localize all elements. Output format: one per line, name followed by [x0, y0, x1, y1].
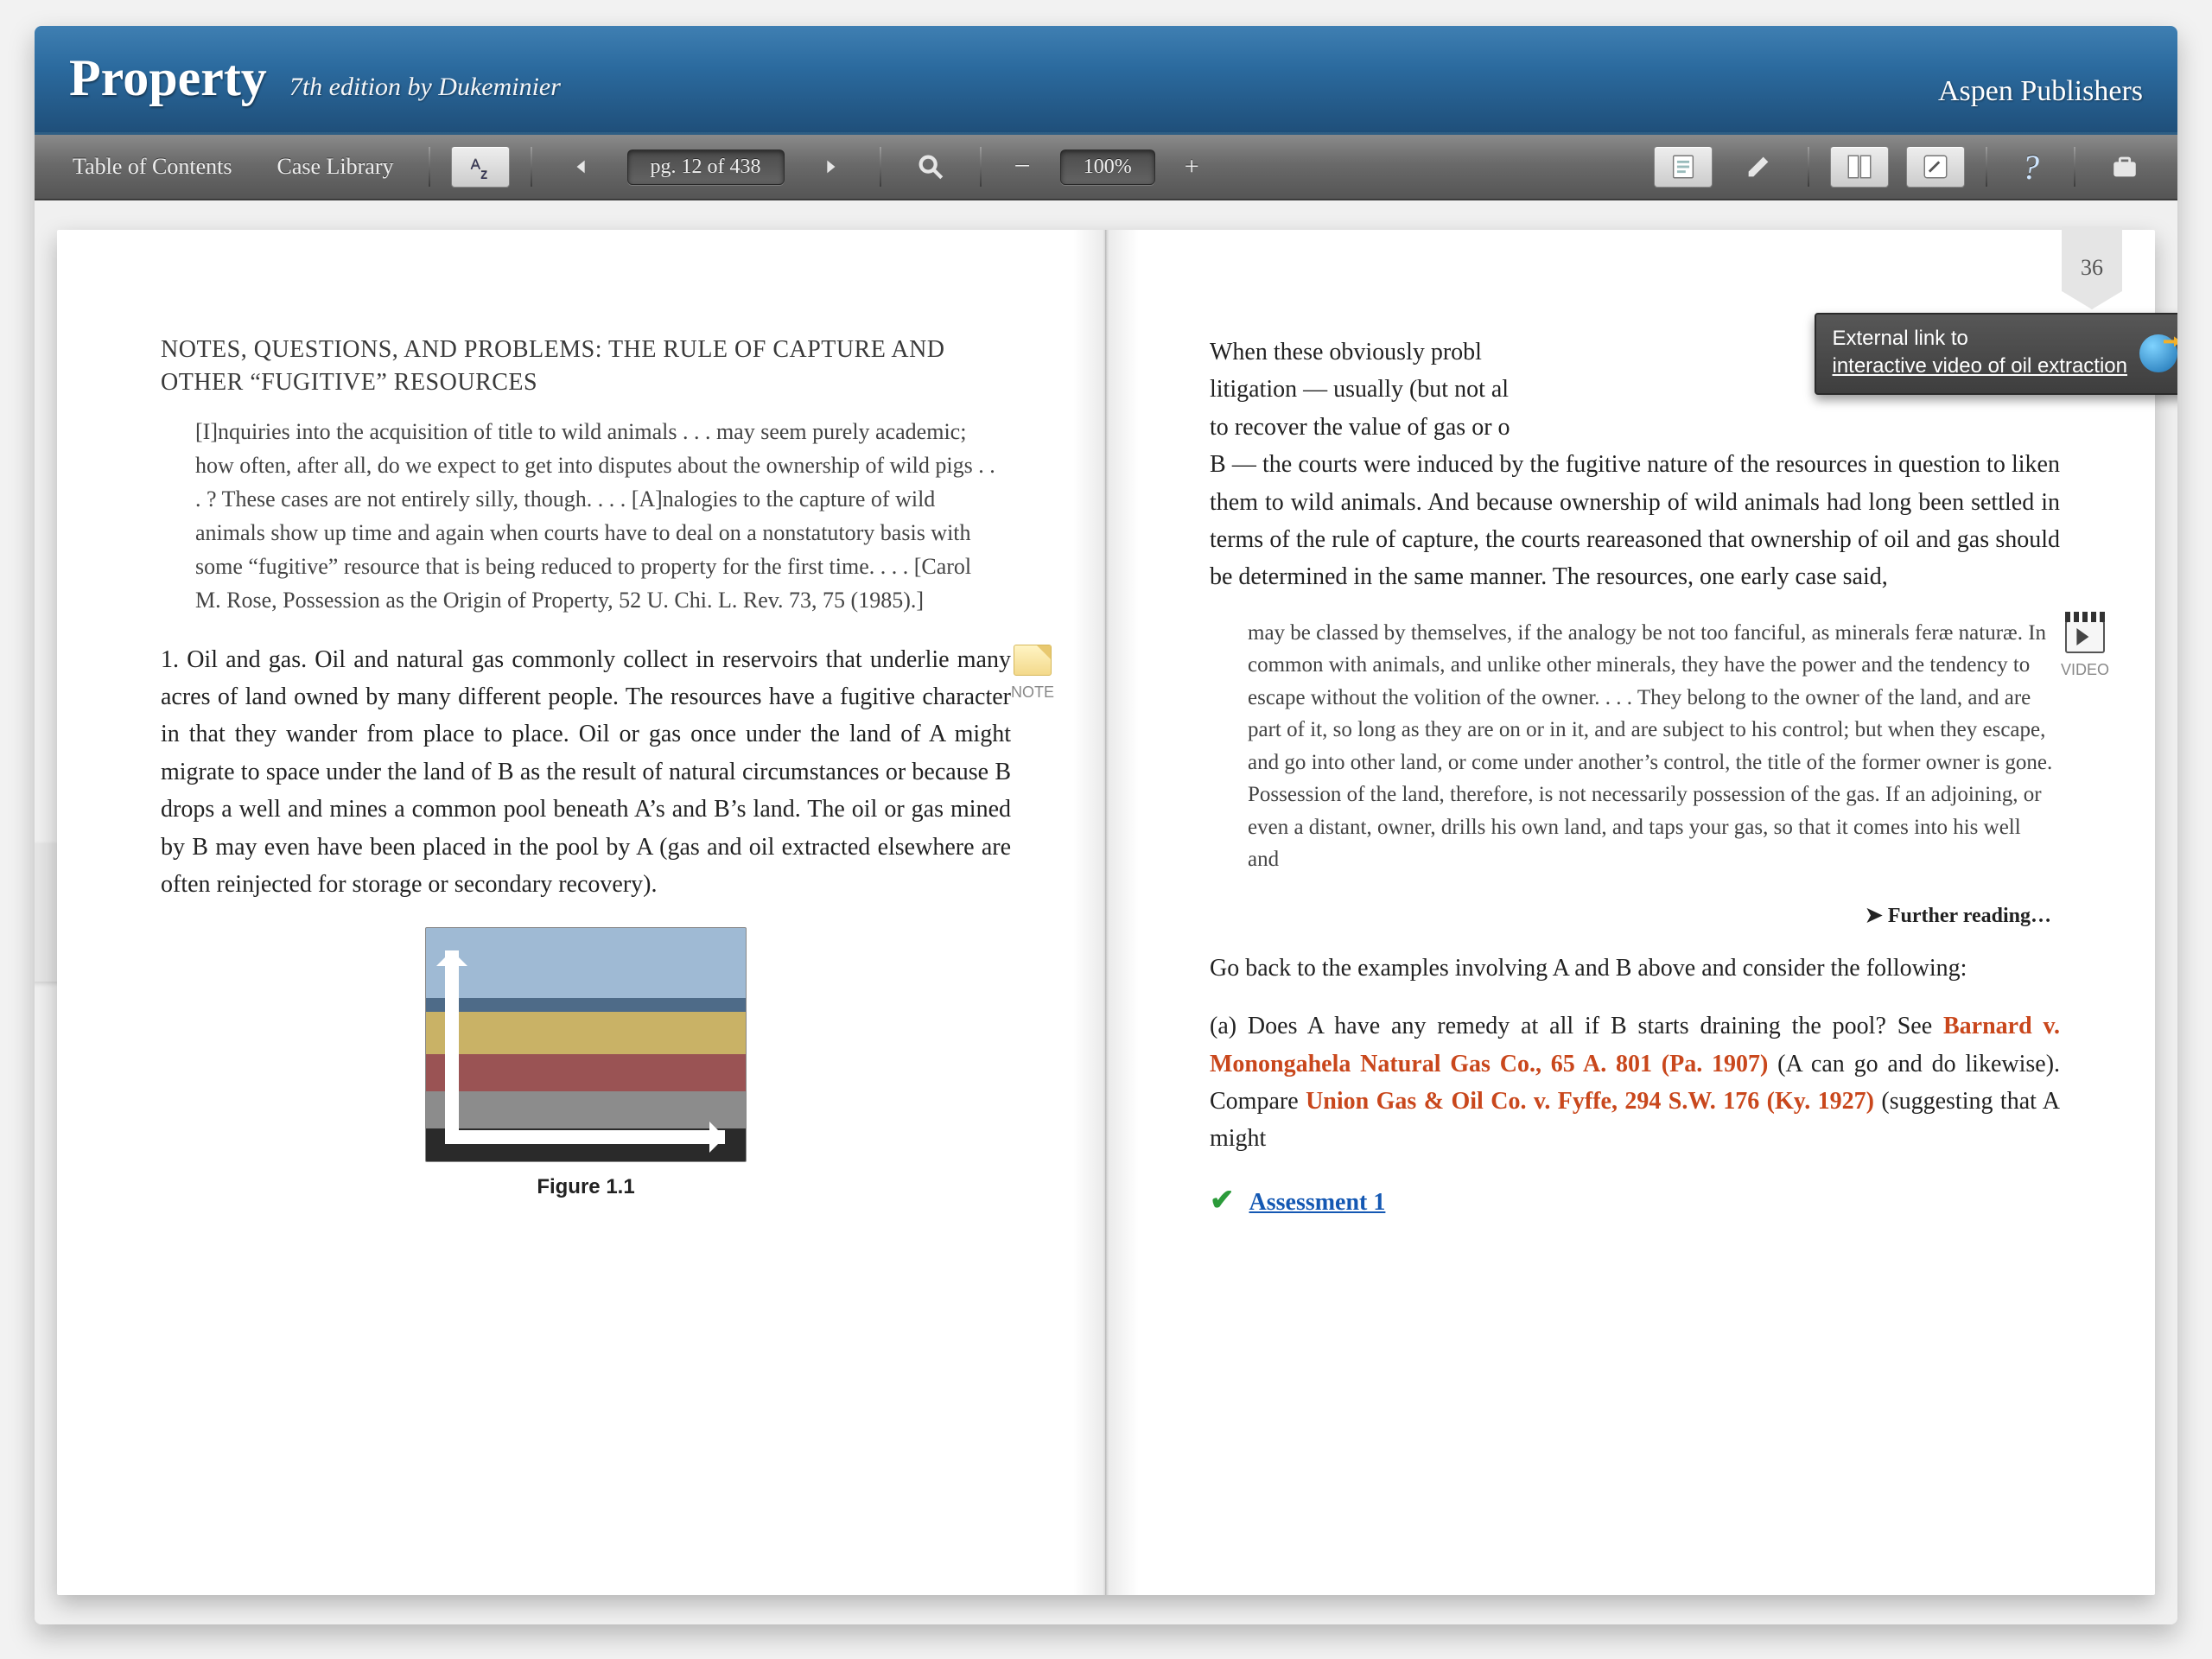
next-page-button[interactable]: [802, 147, 859, 187]
note-marker[interactable]: NOTE: [1002, 645, 1063, 705]
zoom-indicator[interactable]: 100%: [1060, 149, 1155, 185]
write-icon[interactable]: [1906, 146, 1965, 188]
book-spread: NOTES, QUESTIONS, AND PROBLEMS: THE RULE…: [57, 230, 2155, 1595]
separator: [880, 147, 881, 187]
book-title: Property: [69, 48, 267, 108]
body-paragraph: (a) Does A have any remedy at all if B s…: [1210, 1007, 2060, 1158]
video-icon: [2065, 620, 2105, 653]
note-label: NOTE: [1011, 683, 1054, 701]
search-icon[interactable]: [902, 147, 959, 187]
video-marker[interactable]: VIDEO: [2055, 620, 2115, 683]
figure-arrow-vert: [445, 950, 459, 1144]
separator: [429, 147, 430, 187]
globe-icon: [2139, 334, 2177, 372]
glossary-icon[interactable]: Az: [451, 146, 510, 188]
section-heading: NOTES, QUESTIONS, AND PROBLEMS: THE RULE…: [161, 334, 1011, 399]
book-subtitle: 7th edition by Dukeminier: [289, 73, 561, 102]
help-icon[interactable]: ?: [2008, 142, 2053, 193]
assessment-link[interactable]: Assessment 1: [1249, 1189, 1386, 1216]
case-quote: may be classed by themselves, if the ana…: [1248, 617, 2055, 876]
video-label: VIDEO: [2061, 661, 2109, 678]
body-paragraph: to recover the value of gas or o: [1210, 409, 2060, 446]
intro-quote: [I]nquiries into the acquisition of titl…: [195, 415, 1002, 617]
titlebar: Property 7th edition by Dukeminier Aspen…: [35, 26, 2177, 135]
case-link-union-gas[interactable]: Union Gas & Oil Co. v. Fyffe, 294 S.W. 1…: [1306, 1088, 1874, 1115]
reader-area: NOTES, QUESTIONS, AND PROBLEMS: THE RULE…: [35, 200, 2177, 1624]
figure-oil-strata[interactable]: [425, 927, 747, 1162]
highlighter-icon[interactable]: [1730, 147, 1787, 187]
right-page: 36 External link to interactive video of…: [1106, 230, 2155, 1595]
bookmark-icon[interactable]: [1830, 146, 1889, 188]
separator: [1808, 147, 1809, 187]
external-link-tooltip[interactable]: External link to interactive video of oi…: [1815, 313, 2177, 395]
briefcase-icon[interactable]: [2096, 147, 2153, 187]
svg-text:z: z: [480, 166, 488, 181]
separator: [1986, 147, 1987, 187]
figure-arrow-horz: [445, 1130, 725, 1144]
notes-icon[interactable]: [1654, 146, 1713, 188]
further-reading-link[interactable]: Further reading…: [1210, 900, 2051, 932]
note-icon: [1014, 645, 1052, 676]
figure-block: Figure 1.1: [161, 927, 1011, 1203]
app-frame: Property 7th edition by Dukeminier Aspen…: [35, 26, 2177, 1624]
body-paragraph: 1. Oil and gas. Oil and natural gas comm…: [161, 641, 1011, 904]
body-text: to recover the value of gas or o: [1210, 414, 1510, 441]
body-paragraph: B — the courts were induced by the fugit…: [1210, 446, 2060, 596]
check-icon: ✔: [1210, 1185, 1235, 1217]
prev-page-button[interactable]: [553, 147, 610, 187]
separator: [531, 147, 532, 187]
toc-button[interactable]: Table of Contents: [59, 149, 245, 185]
tooltip-line1: External link to: [1832, 325, 2127, 353]
svg-text:A: A: [470, 156, 480, 173]
figure-caption: Figure 1.1: [161, 1171, 1011, 1203]
tooltip-line2: interactive video of oil extraction: [1832, 353, 2127, 380]
spine: [1105, 230, 1107, 1595]
separator: [980, 147, 982, 187]
case-library-button[interactable]: Case Library: [263, 149, 407, 185]
separator: [2074, 147, 2075, 187]
zoom-in-button[interactable]: +: [1173, 152, 1211, 181]
toolbar: Table of Contents Case Library Az pg. 12…: [35, 135, 2177, 200]
page-number-tab[interactable]: 36: [2062, 226, 2122, 309]
assessment-row: ✔ Assessment 1: [1210, 1179, 2060, 1224]
body-text: litigation — usually (but not al: [1210, 376, 1509, 403]
zoom-out-button[interactable]: −: [1002, 150, 1043, 183]
body-text: When these obviously probl: [1210, 339, 1482, 365]
page-indicator[interactable]: pg. 12 of 438: [627, 149, 785, 185]
publisher-label: Aspen Publishers: [1938, 75, 2143, 108]
body-paragraph: Go back to the examples involving A and …: [1210, 950, 2060, 987]
body-text: 1. Oil and gas. Oil and natural gas comm…: [161, 646, 1011, 898]
left-page: NOTES, QUESTIONS, AND PROBLEMS: THE RULE…: [57, 230, 1106, 1595]
body-text: (a) Does A have any remedy at all if B s…: [1210, 1013, 1943, 1039]
